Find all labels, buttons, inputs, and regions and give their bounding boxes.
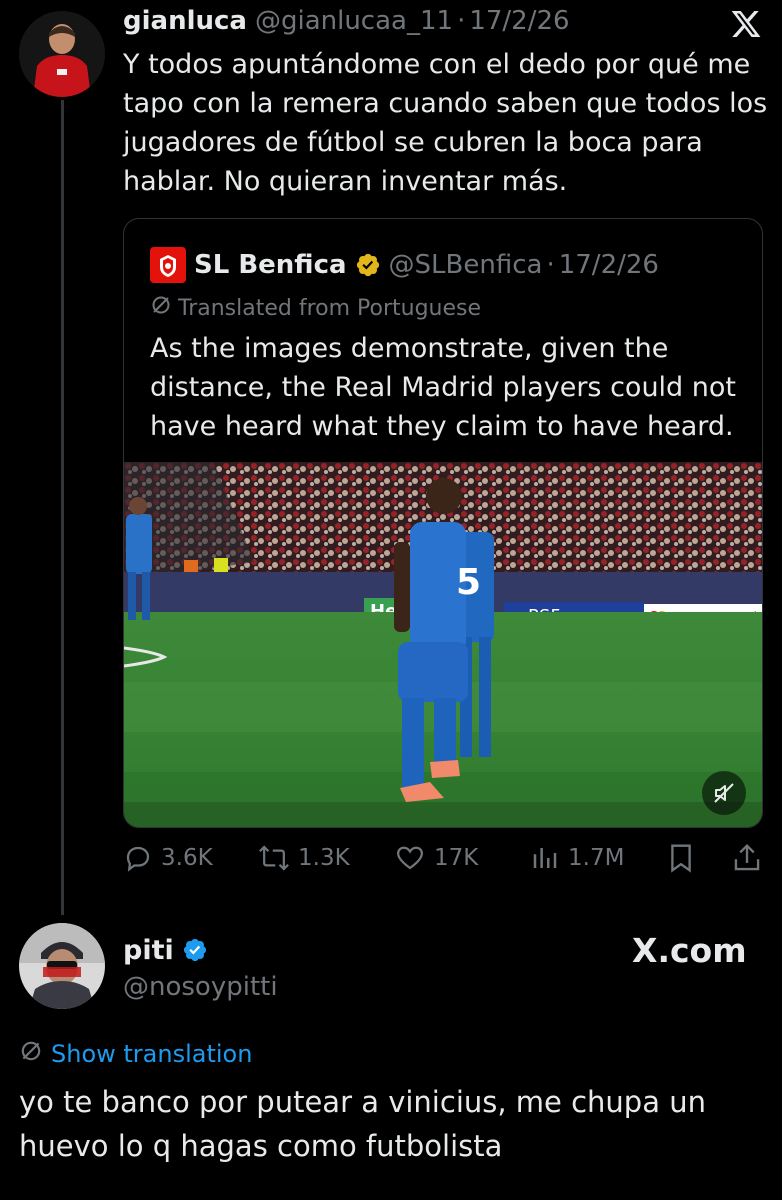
quote-text: As the images demonstrate, given the dis… (150, 333, 736, 442)
reply-author-name[interactable]: piti (123, 935, 174, 966)
like-count: 17K (434, 845, 479, 871)
quote-separator-dot: · (546, 250, 555, 280)
bookmark-button[interactable] (666, 842, 696, 874)
verified-blue-badge-icon (182, 937, 208, 963)
like-action[interactable]: 17K (394, 840, 478, 876)
translate-icon (150, 294, 172, 322)
views-bar-chart-icon (533, 848, 557, 868)
quoted-tweet-card[interactable]: SL Benfica @SLBenfica · 17/2/26 Translat… (123, 218, 763, 828)
show-translation-row[interactable]: Show translation (19, 1038, 252, 1070)
translated-label: Translated from Portuguese (178, 295, 482, 321)
views-count: 1.7M (568, 845, 625, 871)
separator-dot: · (457, 6, 466, 36)
thread-line (61, 100, 64, 915)
gianluca-avatar[interactable] (19, 11, 105, 97)
quote-video[interactable]: He PS5 mastercard 5 (124, 462, 762, 827)
heart-icon (396, 846, 424, 870)
bookmark-icon (671, 844, 691, 873)
reply-header: piti (123, 932, 208, 968)
mute-button[interactable] (702, 771, 746, 815)
reply-text: yo te banco por putear a vinicius, me ch… (19, 1085, 706, 1163)
xcom-brand[interactable]: X.com (632, 930, 747, 970)
tweet-header: gianluca @gianlucaa_11 · 17/2/26 (123, 6, 570, 42)
quote-header: SL Benfica @SLBenfica · 17/2/26 (194, 247, 659, 283)
show-translation-link[interactable]: Show translation (51, 1040, 252, 1068)
verified-gold-badge-icon (355, 252, 381, 278)
reply-count: 3.6K (161, 845, 213, 871)
x-logo-icon[interactable] (729, 8, 763, 40)
avatar-photo (19, 11, 105, 97)
share-icon (734, 844, 760, 871)
tweet-text: Y todos apuntándome con el dedo por qué … (123, 49, 768, 197)
quote-author-name[interactable]: SL Benfica (194, 250, 347, 280)
share-button[interactable] (732, 842, 762, 874)
tweet-date[interactable]: 17/2/26 (469, 6, 569, 36)
repost-count: 1.3K (298, 845, 350, 871)
views-action[interactable]: 1.7M (530, 840, 624, 876)
reply-icon (126, 846, 150, 872)
benfica-logo-icon (150, 247, 186, 283)
xcom-text: X.com (632, 930, 747, 970)
author-handle[interactable]: @gianlucaa_11 (255, 6, 453, 36)
reply-handle[interactable]: @nosoypitti (123, 970, 278, 1004)
author-name[interactable]: gianluca (123, 6, 247, 36)
muted-speaker-icon (714, 783, 734, 803)
video-frame: He PS5 mastercard 5 (124, 462, 762, 827)
translate-icon (19, 1039, 43, 1069)
repost-action[interactable]: 1.3K (258, 840, 350, 876)
quote-date[interactable]: 17/2/26 (559, 250, 659, 280)
translated-label-row: Translated from Portuguese (150, 293, 481, 323)
repost-icon (259, 845, 289, 871)
shirt-number: 5 (456, 562, 481, 603)
quote-handle[interactable]: @SLBenfica (389, 250, 543, 280)
piti-avatar[interactable] (19, 923, 105, 1009)
avatar-photo (19, 923, 105, 1009)
reply-action[interactable]: 3.6K (123, 840, 213, 876)
